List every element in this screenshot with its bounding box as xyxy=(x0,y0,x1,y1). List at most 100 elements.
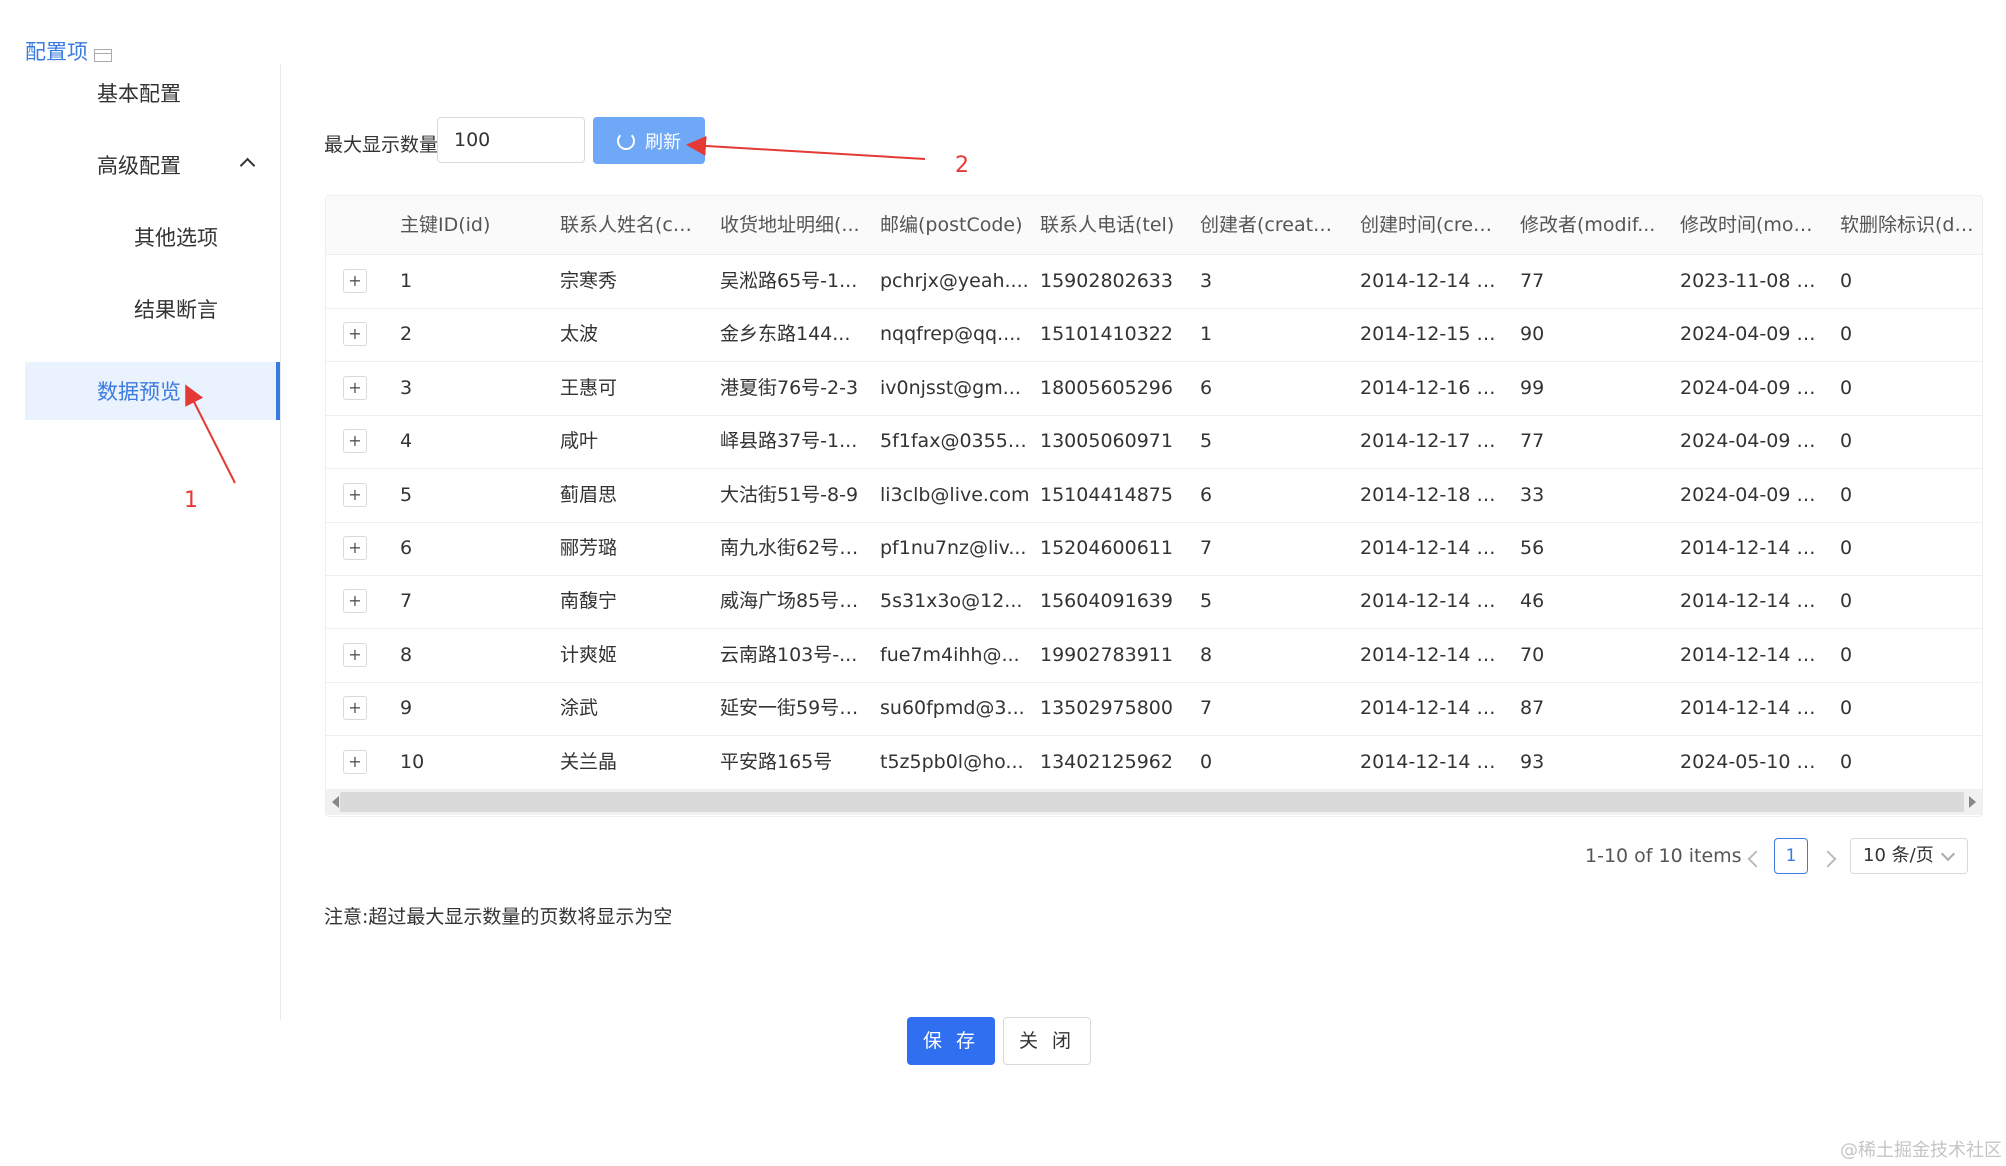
table-cell: 咸叶 xyxy=(560,430,599,453)
table-cell: 3 xyxy=(400,376,413,399)
watermark: @稀土掘金技术社区 xyxy=(1840,1140,2002,1161)
panel-title: 配置项 xyxy=(25,36,112,66)
table-row[interactable]: +9 涂武 延安一街59号-... su60fpmd@3... 13502975800 7… xyxy=(326,682,1982,737)
table-cell: 5f1fax@0355.... xyxy=(880,430,1030,453)
table-cell: 0 xyxy=(1840,483,1853,506)
page-number-current[interactable]: 1 xyxy=(1774,838,1808,874)
table-cell: 2014-12-14 1... xyxy=(1360,270,1500,292)
table-cell: 太波 xyxy=(560,323,599,346)
table-cell: 46 xyxy=(1520,590,1545,613)
table-cell: 6 xyxy=(1200,483,1213,506)
sidebar-item-basic-config[interactable]: 基本配置 xyxy=(25,64,278,122)
table-cell: 2014-12-14 1... xyxy=(1360,643,1500,666)
sidebar-item-data-preview[interactable]: 数据预览 xyxy=(25,362,280,420)
table-cell: 5 xyxy=(400,483,413,506)
chevron-down-icon xyxy=(1940,846,1956,862)
column-header[interactable]: 修改时间(mod... xyxy=(1680,196,1820,254)
refresh-icon xyxy=(617,131,635,150)
column-header[interactable]: 收货地址明细(... xyxy=(720,196,860,254)
chevron-left-icon[interactable] xyxy=(1747,850,1765,868)
horizontal-scrollbar[interactable] xyxy=(326,789,1982,815)
table-cell: pchrjx@yeah.... xyxy=(880,270,1029,292)
table-row[interactable]: +3 王惠可 港夏街76号-2-3 iv0njsst@gm... 18005605296… xyxy=(326,362,1982,416)
table-row[interactable]: +4 咸叶 峄县路37号-1... 5f1fax@0355.... 1300506097… xyxy=(326,415,1982,470)
table-cell: 13402125962 xyxy=(1040,750,1173,773)
table-cell: 18005605296 xyxy=(1040,376,1173,399)
table-cell: 19902783911 xyxy=(1040,643,1173,666)
table-cell: 峄县路37号-1... xyxy=(720,430,858,453)
sidebar-nav: 基本配置 高级配置 其他选项 结果断言 数据预览 xyxy=(25,64,281,1020)
table-row[interactable]: +5 蓟眉思 大沽街51号-8-9 li3clb@live.com 1510441487… xyxy=(326,469,1982,523)
sidebar-item-result-assertion[interactable]: 结果断言 xyxy=(25,280,278,338)
table-cell: 5 xyxy=(1200,590,1213,613)
table-row[interactable]: +6 郦芳璐 南九水街62号-... pf1nu7nz@liv... 152046006… xyxy=(326,522,1982,576)
table-cell: 2014-12-17 1... xyxy=(1360,430,1500,453)
column-header[interactable]: 联系人电话(tel) xyxy=(1040,196,1190,254)
scroll-right-icon[interactable] xyxy=(1969,796,1976,808)
sidebar-item-other-options[interactable]: 其他选项 xyxy=(25,208,278,266)
table-row[interactable]: +10 关兰晶 平安路165号 t5z5pb0l@ho... 13402125962 0 2… xyxy=(326,736,1982,790)
expand-row-button[interactable]: + xyxy=(343,429,367,454)
table-cell: 9 xyxy=(400,697,413,720)
table-row[interactable]: +2 太波 金乡东路144... nqqfrep@qq.... 15101410322 1… xyxy=(326,308,1982,363)
expand-row-button[interactable]: + xyxy=(343,749,367,774)
column-header[interactable]: 软删除标识(de... xyxy=(1840,196,1980,254)
panel-title-text: 配置项 xyxy=(25,40,88,64)
expand-row-button[interactable]: + xyxy=(343,269,367,293)
table-cell: 2014-12-14 1... xyxy=(1360,697,1500,720)
expand-row-button[interactable]: + xyxy=(343,482,367,507)
expand-row-button[interactable]: + xyxy=(343,589,367,614)
table-cell: 0 xyxy=(1840,750,1853,773)
table-cell: 2024-04-09 1... xyxy=(1680,376,1820,399)
table-cell: 大沽街51号-8-9 xyxy=(720,483,859,506)
table-row[interactable]: +8 计爽姬 云南路103号-... fue7m4ihh@... 19902783911… xyxy=(326,629,1982,683)
page-size-value: 10 条/页 xyxy=(1863,845,1934,866)
table-cell: 3 xyxy=(1200,270,1213,292)
table-cell: 延安一街59号-... xyxy=(720,697,860,720)
table-cell: 99 xyxy=(1520,376,1545,399)
table-cell: 15104414875 xyxy=(1040,483,1173,506)
column-header[interactable]: 创建时间(creat... xyxy=(1360,196,1500,254)
table-cell: 2 xyxy=(400,323,413,346)
expand-row-button[interactable]: + xyxy=(343,642,367,667)
expand-row-button[interactable]: + xyxy=(343,696,367,721)
table-cell: fue7m4ihh@... xyxy=(880,643,1020,666)
scrollbar-thumb[interactable] xyxy=(340,792,1964,812)
table-row[interactable]: +7 南馥宁 威海广场85号-... 5s31x3o@12... 15604091639… xyxy=(326,575,1982,630)
table-cell: 2014-12-14 1... xyxy=(1360,590,1500,613)
page-size-select[interactable]: 10 条/页 xyxy=(1850,838,1968,874)
table-cell: 宗寒秀 xyxy=(560,270,618,292)
table-cell: 1 xyxy=(400,270,413,292)
table-cell: 南馥宁 xyxy=(560,590,618,613)
table-cell: 2024-04-09 1... xyxy=(1680,323,1820,346)
table-cell: 计爽姬 xyxy=(560,643,618,666)
expand-row-button[interactable]: + xyxy=(343,375,367,400)
sidebar-item-advanced-config[interactable]: 高级配置 xyxy=(25,136,278,194)
close-button[interactable]: 关 闭 xyxy=(1003,1017,1091,1065)
chevron-right-icon[interactable] xyxy=(1819,850,1837,868)
column-header[interactable]: 联系人姓名(co... xyxy=(560,196,700,254)
expand-row-button[interactable]: + xyxy=(343,322,367,347)
column-header[interactable]: 邮编(postCode) xyxy=(880,196,1030,254)
refresh-button[interactable]: 刷新 xyxy=(593,117,705,164)
table-cell: iv0njsst@gm... xyxy=(880,376,1021,399)
table-cell: 1 xyxy=(1200,323,1213,346)
max-display-input[interactable] xyxy=(437,117,585,163)
save-button[interactable]: 保 存 xyxy=(907,1017,995,1065)
table-cell: 15902802633 xyxy=(1040,270,1173,292)
table-cell: 2024-05-10 1... xyxy=(1680,750,1820,773)
scroll-left-icon[interactable] xyxy=(332,796,339,808)
expand-row-button[interactable]: + xyxy=(343,536,367,560)
table-cell: 70 xyxy=(1520,643,1545,666)
table-cell: 0 xyxy=(1840,270,1853,292)
column-header[interactable]: 修改者(modif... xyxy=(1520,196,1660,254)
table-cell: 13005060971 xyxy=(1040,430,1173,453)
table-row[interactable]: +1 宗寒秀 吴淞路65号-1... pchrjx@yeah.... 159028026… xyxy=(326,255,1982,309)
table-cell: su60fpmd@3... xyxy=(880,697,1025,720)
table-cell: 港夏街76号-2-3 xyxy=(720,376,859,399)
table-cell: 4 xyxy=(400,430,413,453)
table-cell: 15604091639 xyxy=(1040,590,1173,613)
collapse-icon[interactable] xyxy=(94,48,112,62)
column-header[interactable]: 主键ID(id) xyxy=(400,196,540,254)
column-header[interactable]: 创建者(create... xyxy=(1200,196,1340,254)
